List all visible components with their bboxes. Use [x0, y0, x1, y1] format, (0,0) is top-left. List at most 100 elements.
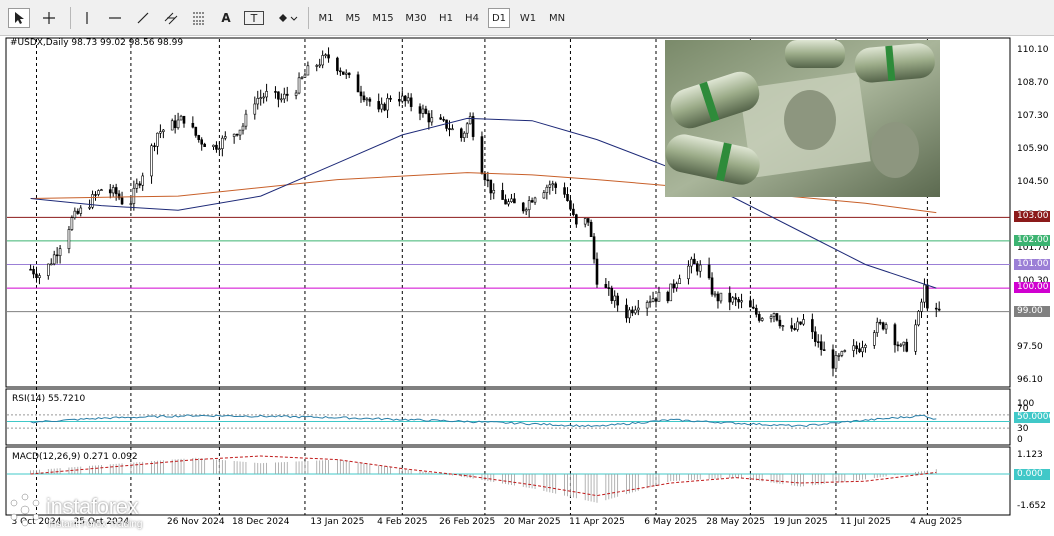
candle-body: [504, 199, 507, 205]
candle-body: [781, 325, 785, 327]
candle-body: [176, 119, 180, 129]
candle-body: [595, 258, 599, 285]
candle-body: [616, 295, 619, 306]
candle-body: [356, 74, 360, 93]
candle-body: [38, 275, 41, 279]
candle-body: [583, 218, 587, 225]
timeframe-h4[interactable]: H4: [462, 8, 482, 28]
candle-body: [203, 143, 206, 147]
candle-body: [822, 349, 826, 351]
candle-body: [179, 115, 183, 121]
price-tick: 97.50: [1017, 342, 1043, 352]
timeframe-d1[interactable]: D1: [488, 8, 510, 28]
chart-area[interactable]: #USDX,Daily 98.73 99.02 98.56 98.99 RSI(…: [0, 36, 1054, 536]
candle-body: [368, 98, 372, 102]
candle-body: [380, 103, 383, 110]
candle-body: [359, 91, 363, 97]
candle-body: [49, 263, 53, 266]
level-tag-101-00: 101.00: [1014, 258, 1050, 270]
candle-body: [693, 258, 696, 265]
timeframe-h1[interactable]: H1: [436, 8, 456, 28]
candle-body: [610, 287, 614, 301]
date-label: 6 May 2025: [644, 517, 698, 527]
candle-body: [362, 95, 366, 101]
candle-body: [690, 258, 693, 267]
candle-body: [341, 71, 345, 75]
candle-body: [861, 347, 864, 353]
candle-body: [740, 300, 743, 303]
timeframe-m5[interactable]: M5: [342, 8, 364, 28]
timeframe-m15[interactable]: M15: [370, 8, 396, 28]
timeframe-w1[interactable]: W1: [516, 8, 540, 28]
candle-body: [327, 54, 330, 59]
candle-body: [336, 57, 339, 72]
candle-body: [645, 302, 649, 309]
candle-body: [634, 309, 637, 314]
candle-body: [510, 198, 513, 202]
candle-body: [548, 184, 552, 188]
cursor-icon[interactable]: [8, 8, 30, 28]
channel-icon[interactable]: [160, 8, 182, 28]
candle-body: [672, 283, 676, 289]
candle-body: [55, 254, 59, 257]
candle-body: [339, 70, 342, 73]
price-tick: 96.10: [1017, 375, 1043, 385]
candle-body: [926, 284, 929, 309]
candle-body: [94, 194, 97, 196]
price-tick: 104.50: [1017, 177, 1049, 187]
candle-body: [300, 77, 304, 79]
candle-body: [324, 54, 327, 57]
candle-body: [881, 322, 885, 330]
candle-body: [666, 291, 670, 302]
candle-body: [159, 131, 162, 134]
shapes-icon[interactable]: [272, 8, 302, 28]
crosshair-icon[interactable]: [38, 8, 60, 28]
candle-body: [471, 116, 475, 137]
candle-body: [138, 183, 142, 186]
symbol-header: #USDX,Daily 98.73 99.02 98.56 98.99: [10, 38, 184, 48]
candle-body: [492, 190, 496, 194]
candle-body: [73, 210, 77, 218]
vertical-line-icon[interactable]: [76, 8, 98, 28]
candle-body: [631, 309, 634, 314]
date-label: 20 Mar 2025: [503, 517, 561, 527]
candle-body: [389, 97, 392, 100]
candle-body: [235, 133, 239, 136]
candle-body: [551, 183, 555, 186]
trendline-icon[interactable]: [132, 8, 154, 28]
candle-body: [533, 197, 537, 203]
candle-body: [507, 201, 510, 205]
candle-body: [566, 194, 569, 202]
candle-body: [716, 293, 720, 302]
date-label: 13 Jan 2025: [310, 517, 365, 527]
label-icon[interactable]: T: [244, 11, 264, 25]
candle-body: [527, 200, 531, 210]
candle-body: [32, 269, 35, 275]
candle-body: [799, 321, 802, 325]
timeframe-m30[interactable]: M30: [402, 8, 430, 28]
candle-body: [530, 200, 534, 203]
candle-body: [834, 355, 838, 369]
candle-body: [430, 117, 434, 123]
candle-body: [306, 65, 310, 76]
candle-body: [285, 93, 289, 96]
text-icon[interactable]: A: [216, 8, 236, 28]
candle-body: [468, 116, 472, 125]
candle-body: [70, 217, 74, 230]
candle-body: [790, 325, 794, 329]
candle-body: [657, 291, 661, 302]
candle-body: [386, 97, 389, 111]
candle-body: [778, 319, 782, 327]
candle-body: [917, 311, 920, 326]
candle-body: [409, 97, 413, 107]
candle-body: [607, 287, 611, 289]
candle-body: [628, 309, 631, 319]
candle-body: [852, 345, 855, 351]
horizontal-line-icon[interactable]: [104, 8, 126, 28]
timeframe-m1[interactable]: M1: [316, 8, 336, 28]
fibonacci-icon[interactable]: [188, 8, 210, 28]
timeframe-mn[interactable]: MN: [546, 8, 568, 28]
candle-body: [831, 349, 835, 369]
candle-body: [400, 95, 404, 102]
date-label: 28 May 2025: [706, 517, 765, 527]
